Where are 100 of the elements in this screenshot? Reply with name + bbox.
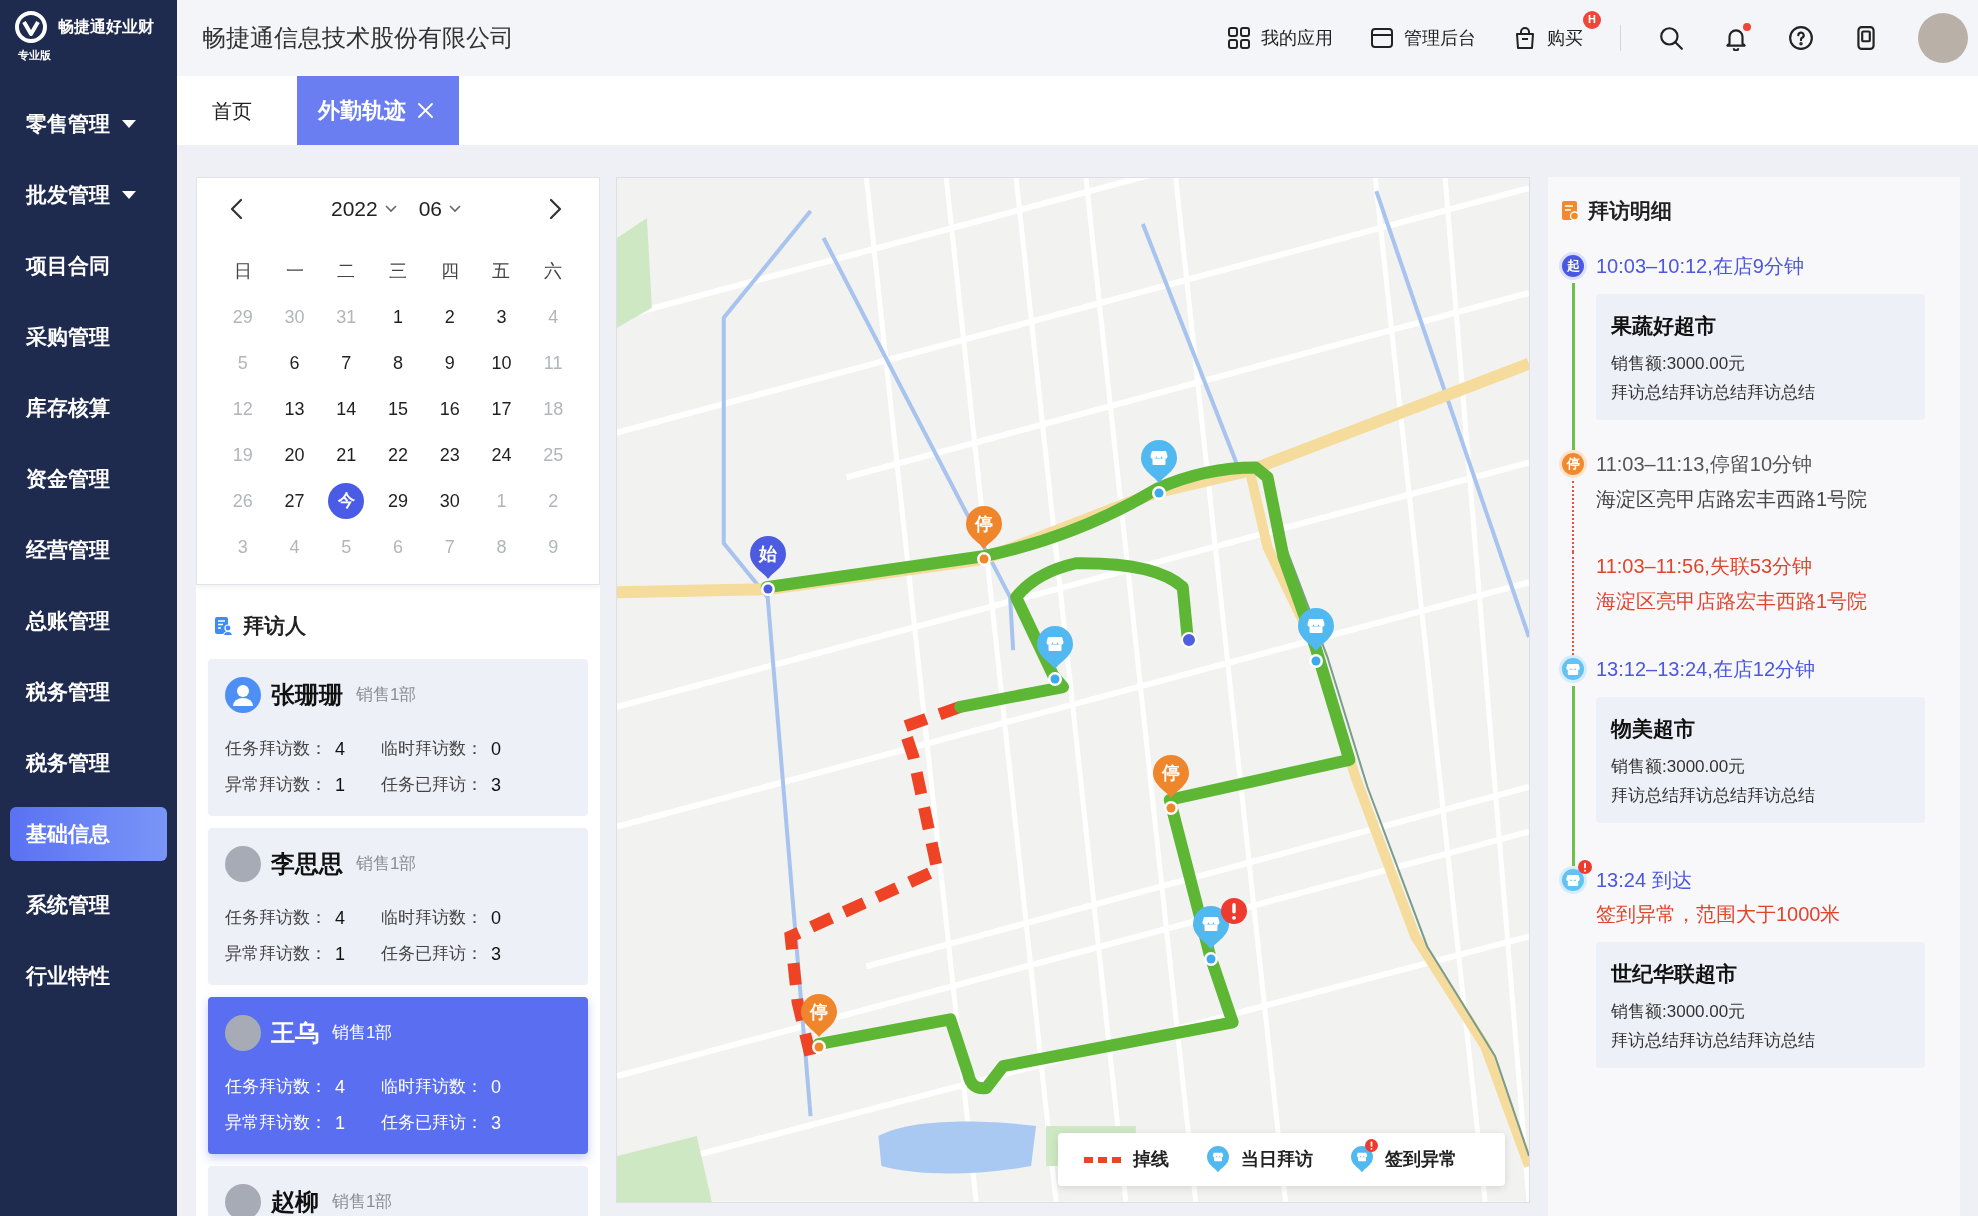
alert-icon (1578, 860, 1592, 874)
sidebar-item[interactable]: 经营管理 (10, 523, 167, 577)
visit-time: 13:12–13:24,在店12分钟 (1596, 657, 1817, 682)
calendar-day[interactable]: 24 (483, 437, 520, 473)
visit-time: 10:03–10:12,在店9分钟 (1596, 254, 1805, 279)
weekday-label: 二 (337, 259, 356, 283)
calendar-day[interactable]: 21 (328, 437, 365, 473)
weekday-label: 一 (285, 259, 304, 283)
visitor-card[interactable]: 赵柳 销售1部 (208, 1166, 588, 1216)
tab[interactable]: 外勤轨迹 (297, 76, 459, 145)
stat-label: 临时拜访数： (381, 738, 483, 761)
sidebar-item[interactable]: 行业特性 (10, 949, 167, 1003)
stay-time: 11:03–11:13,停留10分钟 (1596, 452, 1814, 477)
calendar-day[interactable]: 29 (380, 483, 416, 519)
stat-value: 1 (335, 773, 345, 797)
year-select[interactable]: 2022 (330, 193, 397, 225)
calendar-day[interactable]: 27 (276, 483, 313, 519)
calendar-day[interactable]: 今 (328, 483, 365, 519)
chevron-left-icon[interactable] (229, 198, 243, 220)
close-icon[interactable] (418, 103, 433, 118)
sidebar-item[interactable]: 项目合同 (10, 239, 167, 293)
header-link[interactable]: 我的应用 (1227, 24, 1333, 52)
visitor-name: 张珊珊 (271, 682, 343, 708)
calendar-day[interactable]: 3 (483, 299, 520, 335)
calendar-day[interactable]: 23 (431, 437, 468, 473)
stat-value: 1 (335, 1111, 345, 1135)
store-name: 物美超市 (1611, 716, 1696, 742)
chevron-right-icon[interactable] (549, 198, 563, 220)
calendar-day[interactable]: 22 (380, 437, 416, 473)
calendar-day[interactable]: 15 (380, 391, 416, 427)
stat-label: 临时拜访数： (381, 907, 483, 930)
contacts-icon (214, 616, 234, 636)
visitor-card[interactable]: 张珊珊 销售1部 任务拜访数： 4 临时拜访数： 0 异常拜访数： 1 任务已拜访： 3 (208, 659, 588, 816)
header-link[interactable]: 购买 (1513, 24, 1583, 52)
sidebar-item[interactable]: 总账管理 (10, 594, 167, 648)
stop-pin: 停 (1153, 755, 1189, 817)
sales-amount: 销售额:3000.00元 (1611, 1001, 1747, 1023)
legend-label: 掉线 (1133, 1148, 1169, 1171)
visitor-name: 赵柳 (271, 1189, 319, 1215)
store-icon (1559, 655, 1587, 683)
sidebar-item[interactable]: 批发管理 (10, 168, 167, 222)
sidebar-item[interactable]: 零售管理 (10, 97, 167, 151)
calendar-day[interactable]: 7 (328, 345, 365, 381)
start-pin: 始 (750, 536, 786, 598)
calendar-day[interactable]: 8 (380, 345, 416, 381)
sidebar-item[interactable]: 资金管理 (10, 452, 167, 506)
sidebar-item[interactable]: 税务管理 (10, 736, 167, 790)
calendar-day[interactable]: 16 (431, 391, 468, 427)
stat-label: 异常拜访数： (225, 943, 327, 966)
stat-label: 任务拜访数： (225, 738, 327, 761)
department-label: 销售1部 (332, 1192, 393, 1212)
calendar-day[interactable]: 6 (276, 345, 313, 381)
calendar-day[interactable]: 1 (380, 299, 416, 335)
month-select[interactable]: 06 (418, 193, 462, 225)
default-avatar-icon (225, 677, 261, 713)
calendar-day[interactable]: 13 (276, 391, 313, 427)
visit-summary: 拜访总结拜访总结拜访总结 (1611, 785, 1816, 807)
calendar-day[interactable]: 9 (431, 345, 468, 381)
visit-summary: 拜访总结拜访总结拜访总结 (1611, 382, 1816, 404)
store-pin-icon (1207, 1146, 1229, 1173)
sidebar-item[interactable]: 库存核算 (10, 381, 167, 435)
stat-value: 3 (491, 942, 501, 966)
header-link[interactable]: 管理后台 (1370, 24, 1476, 52)
calendar-day[interactable]: 2 (431, 299, 468, 335)
department-label: 销售1部 (332, 1023, 393, 1043)
offline-time: 11:03–11:56,失联53分钟 (1596, 554, 1814, 579)
visitor-name: 王乌 (271, 1020, 319, 1046)
calendar-day[interactable]: 30 (431, 483, 468, 519)
store-pin-icon (1193, 906, 1229, 968)
stat-value: 0 (491, 1075, 501, 1099)
calendar-day[interactable]: 17 (483, 391, 520, 427)
stat-label: 临时拜访数： (381, 1076, 483, 1099)
stat-label: 异常拜访数： (225, 774, 327, 797)
sidebar-item[interactable]: 基础信息 (10, 807, 167, 861)
calendar-day[interactable]: 10 (483, 345, 520, 381)
stop-pin: 停 (801, 994, 837, 1056)
sidebar-item[interactable]: 系统管理 (10, 878, 167, 932)
address-text: 海淀区亮甲店路宏丰西路1号院 (1596, 487, 1869, 512)
visitor-card[interactable]: 李思思 销售1部 任务拜访数： 4 临时拜访数： 0 异常拜访数： 1 任务已拜访： 3 (208, 828, 588, 985)
calendar-day[interactable]: 14 (328, 391, 365, 427)
avatar-photo (225, 1184, 261, 1216)
search-icon[interactable] (1658, 25, 1684, 51)
stat-value: 3 (491, 1111, 501, 1135)
sidebar-item[interactable]: 采购管理 (10, 310, 167, 364)
alert-icon (1221, 898, 1247, 924)
edition-label: 专业版 (18, 50, 51, 61)
sidebar-item[interactable]: 税务管理 (10, 665, 167, 719)
weekday-label: 三 (389, 259, 407, 283)
sales-amount: 销售额:3000.00元 (1611, 756, 1747, 778)
store-name: 世纪华联超市 (1611, 961, 1738, 987)
grid-icon (1227, 26, 1251, 50)
help-icon[interactable] (1788, 25, 1814, 51)
visit-summary: 拜访总结拜访总结拜访总结 (1611, 1030, 1816, 1052)
store-pin-icon (1141, 440, 1177, 502)
calendar-day[interactable]: 20 (276, 437, 313, 473)
chevron-down-icon (384, 205, 397, 213)
section-title: 拜访明细 (1588, 198, 1672, 225)
visitor-card[interactable]: 王乌 销售1部 任务拜访数： 4 临时拜访数： 0 异常拜访数： 1 任务已拜访： 3 (208, 997, 588, 1154)
stat-label: 任务拜访数： (225, 907, 327, 930)
department-label: 销售1部 (356, 854, 417, 874)
